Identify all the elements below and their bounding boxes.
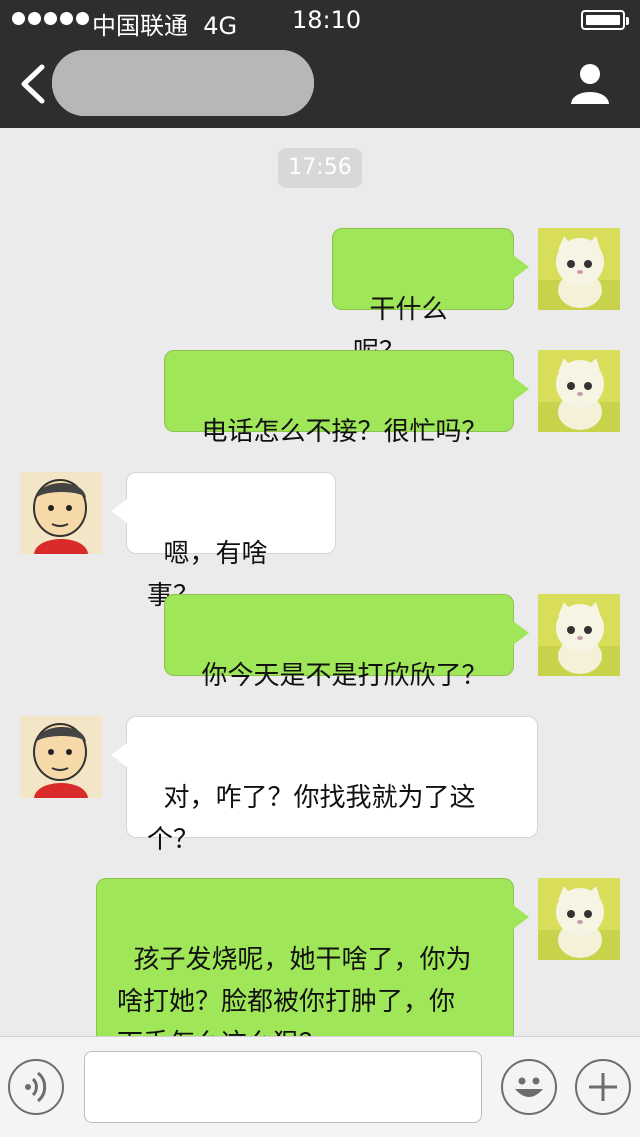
my-avatar[interactable]	[538, 594, 620, 676]
network-label: 4G	[203, 12, 238, 40]
message-timestamp: 17:56	[278, 148, 362, 188]
message-text: 你今天是不是打欣欣了？	[201, 661, 488, 691]
person-icon[interactable]	[570, 62, 610, 106]
message-input[interactable]	[84, 1051, 482, 1123]
my-avatar[interactable]	[538, 350, 620, 432]
carrier-label: 中国联通 4G	[92, 12, 238, 40]
contact-avatar[interactable]	[20, 716, 102, 798]
contact-avatar[interactable]	[20, 472, 102, 554]
plus-icon[interactable]	[575, 1059, 631, 1115]
my-avatar[interactable]	[538, 878, 620, 960]
my-avatar[interactable]	[538, 228, 620, 310]
status-bar: 中国联通 4G 18:10	[0, 0, 640, 40]
chat-header	[0, 40, 640, 128]
outgoing-message[interactable]: 你今天是不是打欣欣了？	[164, 594, 529, 691]
incoming-message[interactable]: 嗯，有啥事？	[111, 472, 336, 611]
battery-icon	[581, 10, 629, 30]
message-text: 对，咋了？你找我就为了这 个？	[147, 783, 476, 855]
contact-name-obscured[interactable]	[52, 50, 314, 116]
outgoing-message[interactable]: 孩子发烧呢，她干啥了，你为 啥打她？脸都被你打肿了，你 下手怎么这么狠？	[96, 878, 529, 1059]
smiley-icon[interactable]	[501, 1059, 557, 1115]
clock: 18:10	[292, 6, 362, 34]
incoming-message[interactable]: 对，咋了？你找我就为了这 个？	[111, 716, 538, 855]
message-text: 电话怎么不接？很忙吗？	[201, 417, 488, 447]
chevron-left-icon[interactable]	[18, 64, 48, 104]
signal-strength-icon	[12, 12, 89, 25]
outgoing-message[interactable]: 电话怎么不接？很忙吗？	[164, 350, 529, 447]
input-bar	[0, 1036, 640, 1137]
outgoing-message[interactable]: 干什么呢？	[332, 228, 529, 367]
voice-icon[interactable]	[8, 1059, 64, 1115]
